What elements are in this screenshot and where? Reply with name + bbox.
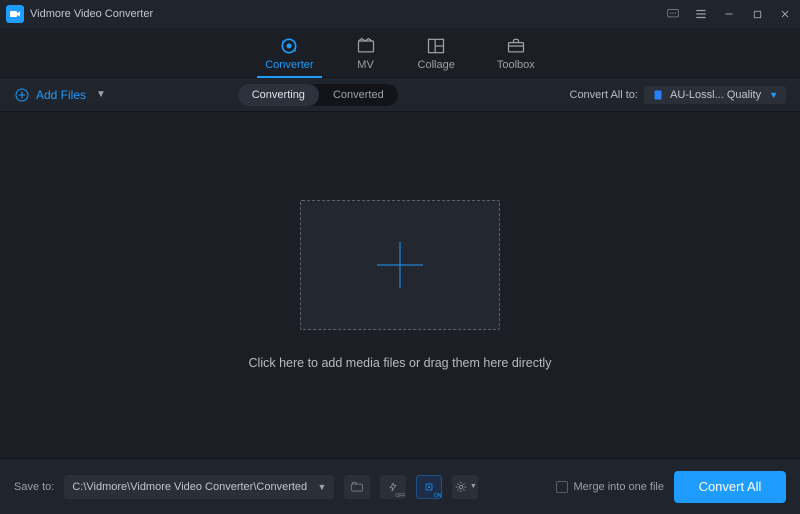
gear-icon <box>454 480 468 494</box>
action-bar: Add Files ▼ Converting Converted Convert… <box>0 78 800 112</box>
title-bar: Vidmore Video Converter <box>0 0 800 28</box>
merge-checkbox[interactable]: Merge into one file <box>556 481 665 493</box>
add-files-label: Add Files <box>36 88 86 102</box>
tab-mv[interactable]: MV <box>356 37 376 77</box>
close-icon[interactable] <box>778 7 792 21</box>
convert-all-button[interactable]: Convert All <box>674 471 786 503</box>
save-to-label: Save to: <box>14 481 54 493</box>
gpu-accel-button[interactable]: ON <box>416 475 442 499</box>
feedback-icon[interactable] <box>666 7 680 21</box>
checkbox-icon <box>556 481 568 493</box>
tab-label: Toolbox <box>497 59 535 71</box>
lightning-icon <box>388 480 398 494</box>
titlebar-left: Vidmore Video Converter <box>6 5 153 23</box>
status-segment: Converting Converted <box>238 84 398 106</box>
bottom-bar: Save to: C:\Vidmore\Vidmore Video Conver… <box>0 458 800 514</box>
menu-icon[interactable] <box>694 7 708 21</box>
toolbox-icon <box>506 37 526 55</box>
output-format-label: AU-Lossl... Quality <box>670 89 761 101</box>
folder-icon <box>350 480 364 494</box>
converter-icon <box>279 37 299 55</box>
tab-collage[interactable]: Collage <box>418 37 455 77</box>
chevron-down-icon: ▼ <box>96 89 106 100</box>
hardware-accel-button[interactable]: OFF <box>380 475 406 499</box>
merge-label: Merge into one file <box>574 481 665 493</box>
minimize-icon[interactable] <box>722 7 736 21</box>
plus-circle-icon <box>14 87 30 103</box>
gpu-status: ON <box>434 493 442 499</box>
segment-converted[interactable]: Converted <box>319 84 398 106</box>
chevron-down-icon: ▼ <box>317 482 326 492</box>
tab-label: MV <box>357 59 374 71</box>
chip-icon <box>423 481 435 493</box>
app-icon <box>6 5 24 23</box>
chevron-down-icon: ▼ <box>769 90 778 100</box>
tab-label: Collage <box>418 59 455 71</box>
save-path-dropdown[interactable]: C:\Vidmore\Vidmore Video Converter\Conve… <box>64 475 334 499</box>
drop-box[interactable] <box>300 200 500 330</box>
open-folder-button[interactable] <box>344 475 370 499</box>
maximize-icon[interactable] <box>750 7 764 21</box>
mv-icon <box>356 37 376 55</box>
hw-status: OFF <box>395 493 405 499</box>
add-files-button[interactable]: Add Files ▼ <box>14 87 106 103</box>
settings-button[interactable]: ▼ <box>452 475 478 499</box>
app-title: Vidmore Video Converter <box>30 8 153 20</box>
collage-icon <box>426 37 446 55</box>
titlebar-right <box>666 7 792 21</box>
chevron-down-icon: ▼ <box>470 483 477 490</box>
tab-toolbox[interactable]: Toolbox <box>497 37 535 77</box>
segment-converting[interactable]: Converting <box>238 84 319 106</box>
tab-label: Converter <box>265 59 313 71</box>
audio-file-icon <box>652 89 664 101</box>
output-format-dropdown[interactable]: AU-Lossl... Quality ▼ <box>644 86 786 104</box>
tab-converter[interactable]: Converter <box>265 37 313 77</box>
save-path-text: C:\Vidmore\Vidmore Video Converter\Conve… <box>72 481 307 493</box>
plus-icon <box>377 242 423 288</box>
drop-zone[interactable]: Click here to add media files or drag th… <box>0 112 800 458</box>
main-tabs: Converter MV Collage Toolbox <box>0 28 800 78</box>
convert-all-to-label: Convert All to: <box>570 89 638 101</box>
convert-all-to: Convert All to: AU-Lossl... Quality ▼ <box>570 86 787 104</box>
drop-hint: Click here to add media files or drag th… <box>249 356 552 370</box>
